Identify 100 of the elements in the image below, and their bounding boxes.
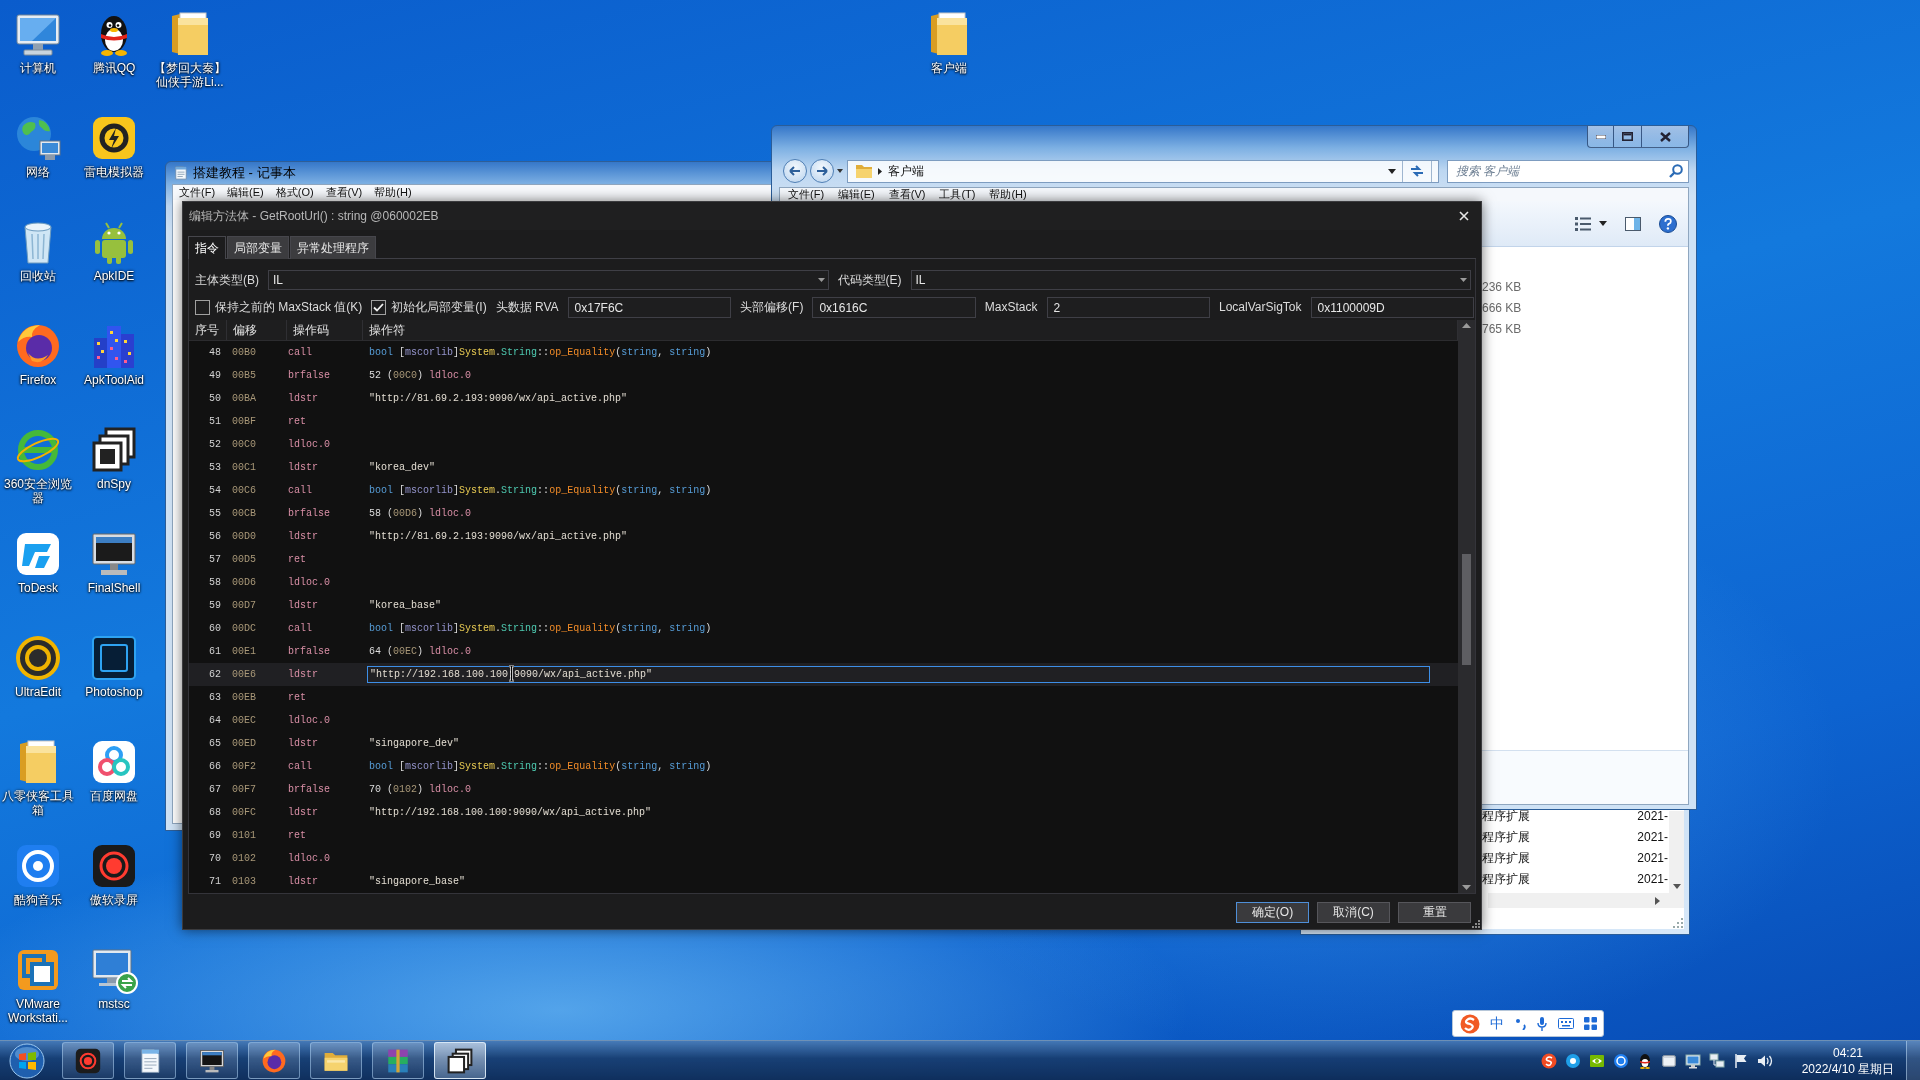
instruction-row[interactable]: 70 0102 ldloc.0 [189,847,1458,870]
instruction-row[interactable]: 64 00EC ldloc.0 [189,709,1458,732]
menu-item[interactable]: 文件(F) [788,188,825,201]
instruction-row[interactable]: 55 00CB brfalse 58 (00D6) ldloc.0 [189,502,1458,525]
menu-item[interactable]: 帮助(H) [374,185,412,200]
network-icon[interactable] [1709,1052,1725,1069]
option-label[interactable]: 保持之前的 MaxStack 值(K) [215,300,363,315]
caret-icon[interactable] [1599,221,1607,226]
menu-item[interactable]: 工具(T) [939,188,976,201]
square-tile-icon[interactable] [90,634,138,682]
tab[interactable]: 指令 [188,236,226,259]
menu-item[interactable]: 格式(O) [275,185,314,200]
instruction-row[interactable]: 49 00B5 brfalse 52 (00C0) ldloc.0 [189,364,1458,387]
ring-tile-icon[interactable] [14,842,62,890]
scrollbar-track[interactable] [1488,893,1684,908]
ring-dot-icon[interactable] [1565,1052,1581,1069]
resize-grip-icon[interactable] [1472,920,1480,928]
dialog-button[interactable]: 确定(O) [1236,902,1309,923]
instruction-row[interactable]: 71 0103 ldstr "singapore_base" [189,870,1458,893]
monitor-icon[interactable] [1685,1052,1701,1069]
taskbar-button[interactable] [62,1042,114,1079]
lightning-tile-icon[interactable] [90,114,138,162]
maximize-button[interactable] [1614,126,1642,148]
checkbox[interactable] [195,300,210,315]
disc-icon[interactable] [14,634,62,682]
grid-icon[interactable] [1583,1017,1597,1030]
taskbar-button[interactable] [186,1042,238,1079]
value-field[interactable]: 0x17F6C [567,297,732,318]
scroll-right-icon[interactable] [1655,896,1660,905]
help-icon[interactable] [1659,214,1677,233]
dropdown[interactable]: IL [910,270,1471,290]
forward-button[interactable] [810,159,834,183]
taskbar-button[interactable] [434,1042,486,1079]
caret-icon[interactable] [837,169,843,173]
penguin-icon[interactable] [1637,1052,1653,1069]
instruction-row[interactable]: 65 00ED ldstr "singapore_dev" [189,732,1458,755]
instruction-row[interactable]: 67 00F7 brfalse 70 (0102) ldloc.0 [189,778,1458,801]
clock-date[interactable]: 2022/4/10 星期日 [1801,1060,1895,1077]
tab[interactable]: 局部变量 [227,236,289,259]
record-tile-icon[interactable] [90,842,138,890]
close-button[interactable] [1642,126,1689,148]
eye-logo-icon[interactable] [1589,1052,1605,1069]
flame-globe-icon[interactable] [14,322,62,370]
value-field[interactable]: 0x1100009D [1310,297,1474,318]
instruction-row[interactable]: 52 00C0 ldloc.0 [189,433,1458,456]
minimize-button[interactable] [1587,126,1614,148]
refresh-icon[interactable] [1409,164,1425,178]
menu-item[interactable]: 帮助(H) [989,188,1027,201]
instruction-row[interactable]: 69 0101 ret [189,824,1458,847]
tab[interactable]: 异常处理程序 [290,236,376,259]
instruction-row[interactable]: 61 00E1 brfalse 64 (00EC) ldloc.0 [189,640,1458,663]
preview-pane-icon[interactable] [1625,216,1641,231]
back-button[interactable] [783,159,807,183]
chevron-icon[interactable] [878,167,882,175]
instruction-row[interactable]: 51 00BF ret [189,410,1458,433]
globe-monitor-icon[interactable] [14,114,62,162]
close-icon[interactable] [1459,211,1469,221]
monitor-icon[interactable] [90,530,138,578]
swoosh-logo-icon[interactable] [1541,1052,1557,1069]
scroll-down-icon[interactable] [1462,885,1471,890]
dialog-button[interactable]: 取消(C) [1317,902,1390,923]
address-bar[interactable]: 客户端 [847,159,1439,183]
ring-logo-icon[interactable] [1613,1052,1629,1069]
instruction-row[interactable]: 63 00EB ret [189,686,1458,709]
instruction-row[interactable]: 48 00B0 call bool [mscorlib]System.String::op_Equality(string, string) [189,341,1458,364]
keyboard-icon[interactable] [1557,1018,1574,1029]
scrollbar-thumb[interactable] [1462,554,1471,665]
scroll-down-icon[interactable] [1672,884,1681,889]
search-field[interactable]: 搜索 客户端 [1447,159,1689,183]
dropdown[interactable]: IL [268,270,829,290]
instruction-row[interactable]: 59 00D7 ldstr "korea_base" [189,594,1458,617]
clock-time[interactable]: 04:21 [1833,1044,1863,1061]
instruction-row[interactable]: 58 00D6 ldloc.0 [189,571,1458,594]
menu-item[interactable]: 编辑(E) [838,188,875,201]
resize-grip-icon[interactable] [1673,918,1683,928]
window-icon[interactable] [1661,1052,1677,1069]
instruction-row[interactable]: 56 00D0 ldstr "http://81.69.2.193:9090/wx/api_active.php" [189,525,1458,548]
menu-item[interactable]: 查看(V) [888,188,926,201]
taskbar-button[interactable] [310,1042,362,1079]
instruction-row[interactable]: 66 00F2 call bool [mscorlib]System.String::op_Equality(string, string) [189,755,1458,778]
menu-item[interactable]: 查看(V) [325,185,363,200]
arrow-tile-icon[interactable] [14,530,62,578]
option-label[interactable]: 初始化局部变量(I) [391,300,487,315]
instruction-row[interactable]: 54 00C6 call bool [mscorlib]System.String::op_Equality(string, string) [189,479,1458,502]
value-field[interactable]: 2 [1046,297,1210,318]
scroll-up-icon[interactable] [1462,323,1471,328]
instruction-row[interactable]: 57 00D5 ret [189,548,1458,571]
start-orb-icon[interactable] [9,1042,45,1079]
microphone-icon[interactable] [1537,1016,1548,1031]
checkbox[interactable] [371,300,387,315]
punctuation-icon[interactable] [1514,1017,1527,1030]
menu-item[interactable]: 文件(F) [179,185,216,200]
rings-tile-icon[interactable] [90,738,138,786]
dialog-button[interactable]: 重置 [1398,902,1471,923]
menu-item[interactable]: 编辑(E) [227,185,264,200]
search-icon[interactable] [1669,163,1683,178]
remote-monitor-icon[interactable] [90,946,138,994]
taskbar-button[interactable] [124,1042,176,1079]
show-desktop-button[interactable] [1906,1040,1920,1080]
list-view-icon[interactable] [1575,216,1591,231]
